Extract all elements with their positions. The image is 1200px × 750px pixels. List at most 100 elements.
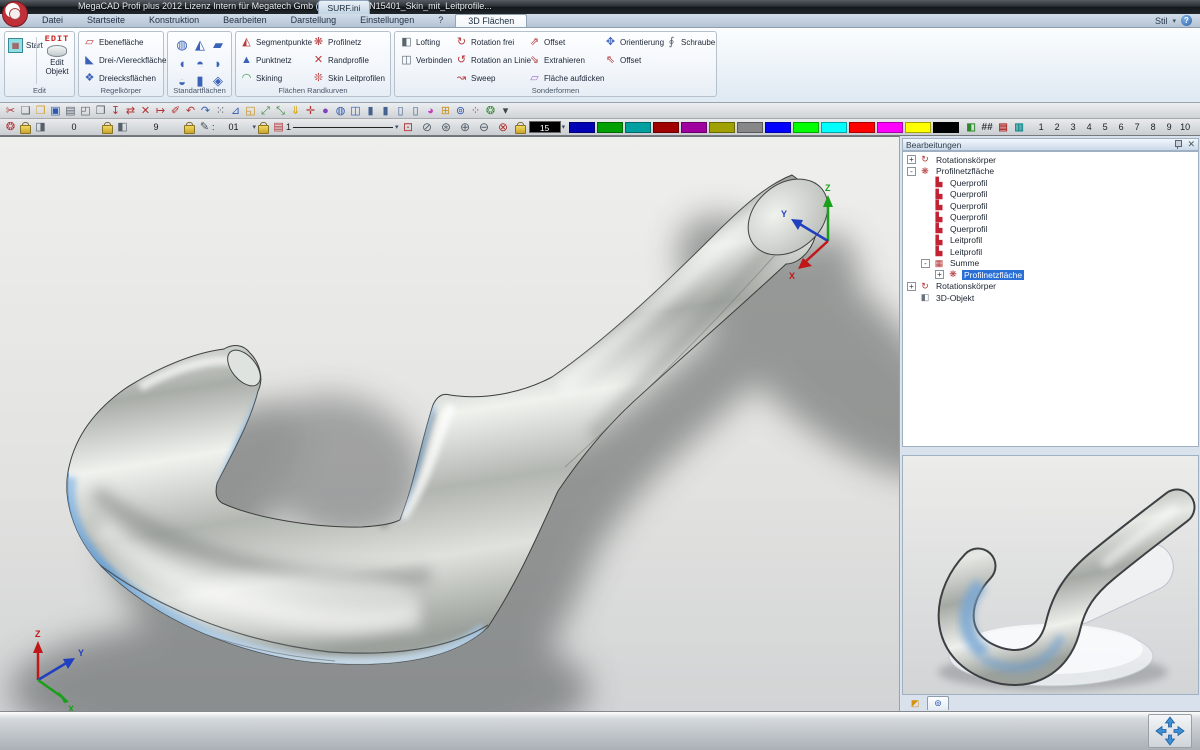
display-colors-icon[interactable]: ◧ [963,121,979,134]
zoom-previous-icon[interactable]: ⊗ [494,120,513,134]
collapse-icon[interactable]: - [907,167,916,176]
sphere-net-icon[interactable]: ◍ [173,36,191,54]
menu-tab-darstellung[interactable]: Darstellung [279,14,349,27]
preview-tab-views[interactable]: ⊚ [927,696,949,710]
rotation-free-button[interactable]: ↻Rotation frei [455,36,531,49]
zoom-in-icon[interactable]: ⊕ [456,120,475,134]
point-net-button[interactable]: ▲Punktnetz [240,54,312,67]
axes-3d-icon[interactable]: ⊿ [228,104,243,118]
group-value[interactable]: 0 [48,122,100,132]
cylinder-mode-3-icon[interactable]: ▯ [393,104,408,118]
view-button-7[interactable]: 7 [1129,122,1145,132]
tree-item-querprofil[interactable]: ▙Querprofil [905,189,1198,201]
linetype-icon[interactable]: ▤ [271,120,286,134]
expand-icon[interactable]: + [935,270,944,279]
axis-cross-icon[interactable]: ✛ [303,104,318,118]
color-caret-icon[interactable]: ▾ [562,123,566,131]
menu-tab-einstellungen[interactable]: Einstellungen [348,14,426,27]
selection-mode-icon[interactable]: ✂ [3,104,18,118]
redo-icon[interactable]: ↷ [198,104,213,118]
color-swatch-13[interactable] [905,122,931,133]
color-swatch-12[interactable] [877,122,903,133]
save-icon[interactable]: ▣ [48,104,63,118]
rotation-on-line-button[interactable]: ↺Rotation an Linie [455,54,531,67]
menu-tab-konstruktion[interactable]: Konstruktion [137,14,211,27]
view-button-9[interactable]: 9 [1161,122,1177,132]
zoom-window-icon[interactable]: ⊡ [399,120,418,134]
page-exchange-icon[interactable]: ⇄ [123,104,138,118]
color-swatch-14[interactable] [933,122,959,133]
erase-icon[interactable]: ✐ [168,104,183,118]
edit-object-button[interactable]: EDIT Edit Objekt [41,34,73,76]
view-button-3[interactable]: 3 [1065,122,1081,132]
toolbar-overflow-icon[interactable]: ▾ [498,104,513,118]
cylinder-mode-2-icon[interactable]: ▮ [378,104,393,118]
triangle-surfaces-button[interactable]: ❖Dreiecksflächen [83,72,166,85]
tree-item-querprofil[interactable]: ▙Querprofil [905,200,1198,212]
color-wheel-icon[interactable]: ❂ [483,104,498,118]
pen-widths-icon[interactable]: ▥ [1011,121,1027,134]
tree-item-profilnetzfl-che[interactable]: -❋Profilnetzfläche [905,166,1198,178]
cone-icon[interactable]: ◭ [191,36,209,54]
edge-profiles-button[interactable]: ✕Randprofile [312,54,385,67]
pan-control[interactable] [1148,714,1192,748]
start-button[interactable]: ▦ Start [8,38,43,53]
tree-item-profilnetzfl-che[interactable]: +❋Profilnetzfläche [905,269,1198,281]
point-grid-icon[interactable]: ⁙ [213,104,228,118]
origin-icon[interactable]: ⇓ [288,104,303,118]
layer-manager-icon[interactable]: ⊞ [438,104,453,118]
workplane-icon[interactable]: ◱ [243,104,258,118]
print-preview-icon[interactable]: ◰ [78,104,93,118]
layer-page-icon[interactable]: ◧ [115,120,130,134]
view-button-6[interactable]: 6 [1113,122,1129,132]
cylinder-mode-4-icon[interactable]: ▯ [408,104,423,118]
binoculars-icon[interactable]: ⊚ [453,104,468,118]
thicken-surface-button[interactable]: ▱Fläche aufdicken [528,72,604,85]
expand-icon[interactable]: + [907,282,916,291]
extract-button[interactable]: ⇘Extrahieren [528,54,604,67]
viewport-3d[interactable]: Z Y X Z Y X [0,136,900,711]
profile-net-button[interactable]: ❋Profilnetz [312,36,385,49]
offset2-button[interactable]: ⇖Offset [604,54,664,67]
color-swatch-2[interactable] [597,122,623,133]
sweep-button[interactable]: ↝Sweep [455,72,531,85]
open-folder-icon[interactable]: ❒ [33,104,48,118]
zoom-all-icon[interactable]: ⊛ [437,120,456,134]
color-swatch-4[interactable] [653,122,679,133]
current-color-box[interactable]: 15 [529,121,561,133]
color-swatch-9[interactable] [793,122,819,133]
layer-value[interactable]: 9 [130,122,182,132]
menu-tab-datei[interactable]: Datei [30,14,75,27]
view-button-10[interactable]: 10 [1177,122,1193,132]
dome-icon[interactable]: ◓ [191,54,209,72]
color-swatch-7[interactable] [737,122,763,133]
menu-tab-startseite[interactable]: Startseite [75,14,137,27]
pen-caret-icon[interactable]: ▾ [253,123,257,131]
axis-y-icon[interactable]: ⤡ [273,104,288,118]
pen-icon[interactable]: ✎ [197,120,212,134]
preview-viewport[interactable] [902,455,1199,695]
color-swatch-3[interactable] [625,122,651,133]
hemisphere-icon[interactable]: ◖ [173,54,191,72]
screw-button[interactable]: ∮Schraube [665,36,715,49]
style-caret-icon[interactable]: ▾ [1172,17,1176,25]
skinning-button[interactable]: ◠Skining [240,72,312,85]
color-swatch-5[interactable] [681,122,707,133]
tri-quad-surface-button[interactable]: ◣Drei-/Viereckfläche [83,54,166,67]
menu-tab-3d-fl-chen[interactable]: 3D Flächen [455,14,527,27]
slanted-plane-icon[interactable]: ▰ [209,36,227,54]
print-icon[interactable]: ▤ [63,104,78,118]
orientation-button[interactable]: ✥Orientierung [604,36,664,49]
layer-lock-icon[interactable] [102,122,113,132]
measure-points-icon[interactable]: ⁘ [468,104,483,118]
tree-item-querprofil[interactable]: ▙Querprofil [905,177,1198,189]
color-swatch-1[interactable] [569,122,595,133]
linetype-lock-icon[interactable] [258,122,269,132]
snap-target-icon[interactable]: ❂ [3,120,18,134]
pen-value[interactable]: 01 [215,122,253,132]
cylinder-mode-1-icon[interactable]: ▮ [363,104,378,118]
tree-item-querprofil[interactable]: ▙Querprofil [905,223,1198,235]
color-swatch-11[interactable] [849,122,875,133]
color-lock-icon[interactable] [515,122,526,132]
view-button-1[interactable]: 1 [1033,122,1049,132]
